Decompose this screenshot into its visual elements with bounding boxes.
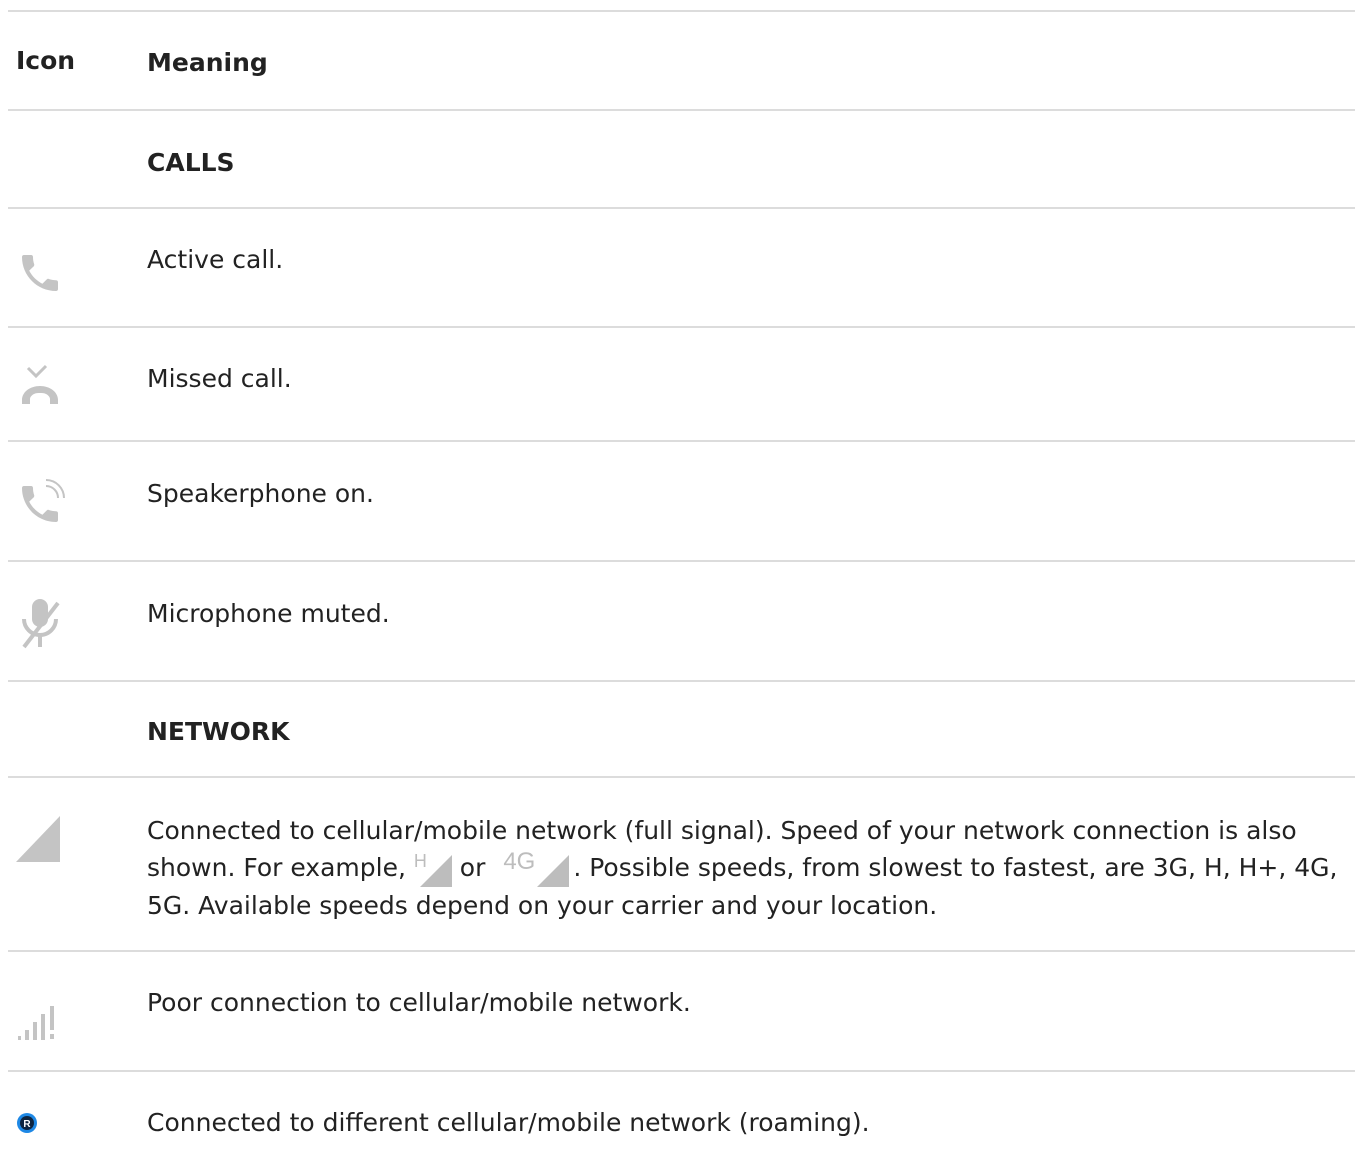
section-row-calls: CALLS (8, 109, 1355, 209)
signal-4g-label: 4G (503, 848, 536, 875)
table-row-missed-call: Missed call. (8, 326, 1355, 442)
table-row-speakerphone: Speakerphone on. (8, 440, 1355, 562)
meaning-poor-connection: Poor connection to cellular/mobile netwo… (147, 988, 691, 1017)
meaning-active-call: Active call. (147, 245, 284, 274)
signal-4g-icon: 4G (493, 848, 573, 887)
section-title-network: NETWORK (147, 717, 290, 746)
phone-icon (16, 249, 64, 297)
poor-signal-icon (16, 1006, 68, 1040)
missed-call-icon (16, 360, 64, 408)
column-header-meaning: Meaning (147, 48, 268, 77)
meaning-full-signal-or: or (451, 853, 494, 882)
table-row-mic-muted: Microphone muted. (8, 560, 1355, 682)
column-header-icon: Icon (16, 46, 76, 75)
table-row-roaming: R Connected to different cellular/mobile… (8, 1070, 1355, 1160)
table-header-row: Icon Meaning (8, 10, 1355, 110)
roaming-icon: R (16, 1112, 38, 1134)
meaning-roaming: Connected to different cellular/mobile n… (147, 1108, 870, 1137)
meaning-full-signal: Connected to cellular/mobile network (fu… (147, 812, 1342, 924)
signal-h-icon: H (414, 851, 452, 887)
meaning-missed-call: Missed call. (147, 364, 292, 393)
signal-full-icon (16, 816, 60, 862)
section-title-calls: CALLS (147, 148, 235, 177)
table-row-poor-connection: Poor connection to cellular/mobile netwo… (8, 950, 1355, 1072)
roaming-badge-letter: R (23, 1119, 31, 1130)
meaning-mic-muted: Microphone muted. (147, 599, 390, 628)
meaning-speakerphone: Speakerphone on. (147, 479, 374, 508)
table-row-full-signal: Connected to cellular/mobile network (fu… (8, 776, 1355, 952)
speakerphone-icon (16, 476, 68, 528)
table-row-active-call: Active call. (8, 207, 1355, 328)
section-row-network: NETWORK (8, 680, 1355, 778)
mic-muted-icon (16, 595, 66, 651)
